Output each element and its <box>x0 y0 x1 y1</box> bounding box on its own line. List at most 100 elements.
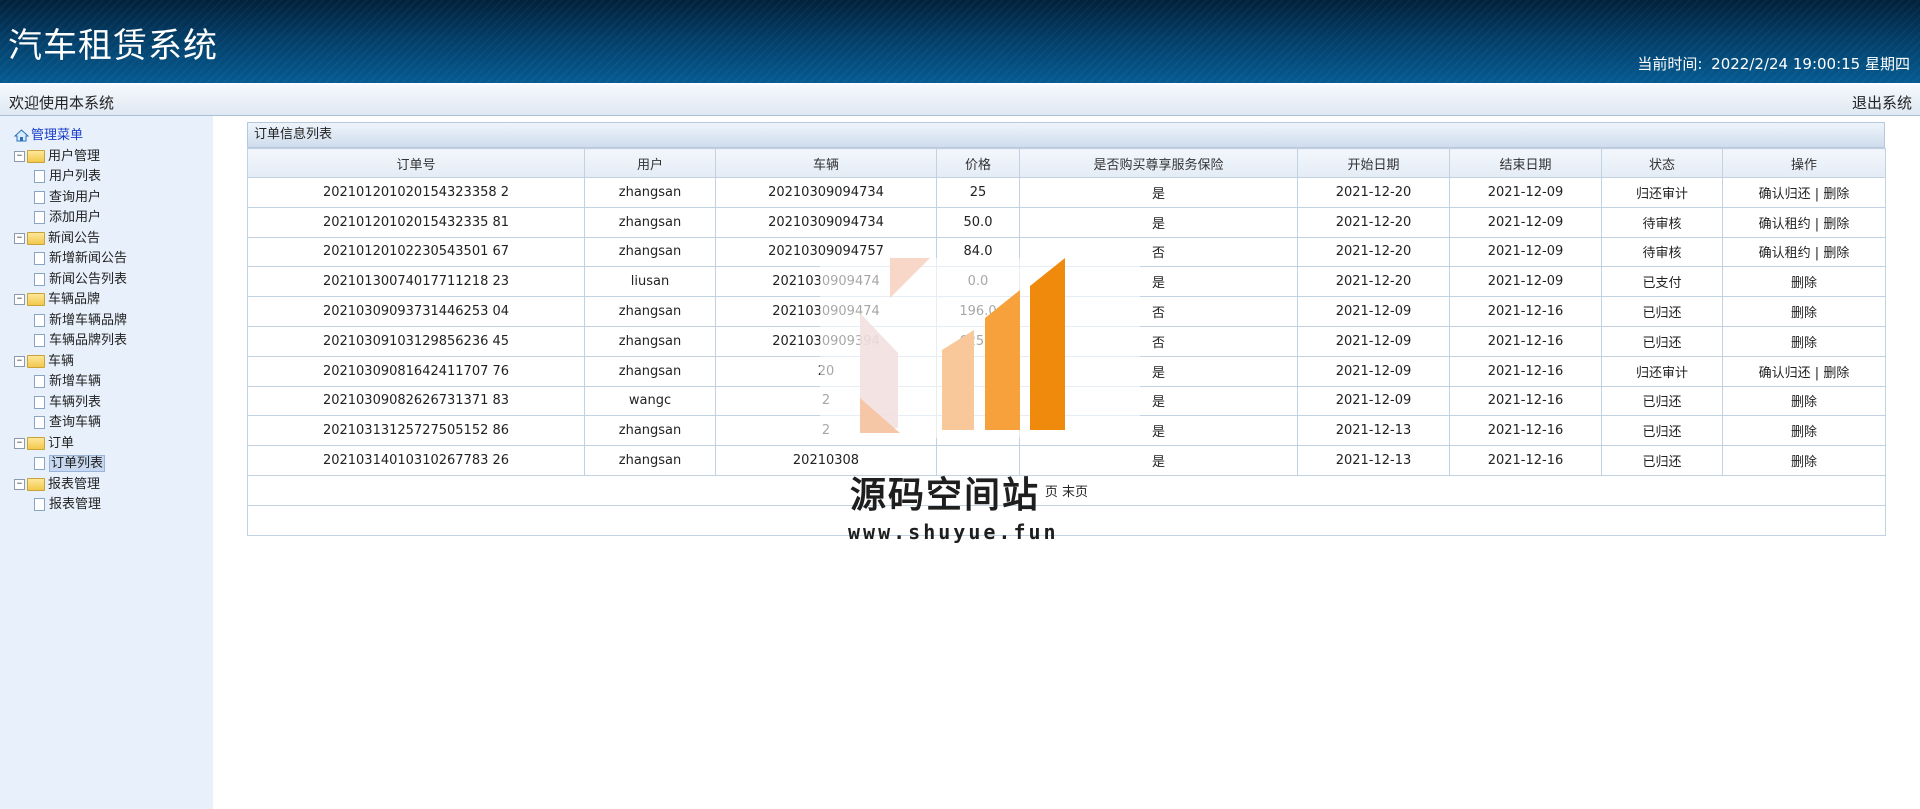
last-page-link[interactable]: 页 末页 <box>1045 485 1088 500</box>
menu-item[interactable]: 车辆列表 <box>14 393 127 414</box>
table-cell: 2021-12-09 <box>1297 296 1450 327</box>
collapse-icon[interactable]: − <box>14 294 25 305</box>
action-link[interactable]: 确认归还 <box>1759 366 1811 381</box>
table-row: 20210309103129856236 45 zhangsan 202103090… <box>247 325 1886 357</box>
table-cell: 20210309081642411707 76 <box>247 355 585 387</box>
delete-link[interactable]: 删除 <box>1791 395 1817 410</box>
menu-root[interactable]: 管理菜单 <box>13 126 127 147</box>
menu-item[interactable]: 用户列表 <box>14 167 127 188</box>
menu-item-label: 订单列表 <box>49 455 106 472</box>
delete-link[interactable]: 删除 <box>1791 425 1817 440</box>
table-cell: 2021030909474 <box>715 266 937 298</box>
table-cell: wangc <box>584 385 716 417</box>
table-cell: 2021-12-09 <box>1449 177 1602 208</box>
delete-link[interactable]: 删除 <box>1823 217 1849 232</box>
menu-group[interactable]: − 报表管理 <box>14 475 127 496</box>
delete-link[interactable]: 删除 <box>1791 336 1817 351</box>
action-link[interactable]: 确认归还 <box>1759 187 1811 202</box>
menu-item[interactable]: 查询用户 <box>14 188 127 209</box>
table-row: 20210120102230543501 67 zhangsan 202103090… <box>247 236 1886 268</box>
action-link[interactable]: 确认租约 <box>1759 217 1811 232</box>
table-cell: 2021-12-16 <box>1449 445 1602 476</box>
menu-item[interactable]: 新闻公告列表 <box>14 270 127 291</box>
menu-item-label: 车辆品牌列表 <box>49 333 128 348</box>
menu-group[interactable]: − 订单 <box>14 434 127 455</box>
delete-link[interactable]: 删除 <box>1823 187 1849 202</box>
column-header: 开始日期 <box>1297 148 1450 178</box>
collapse-icon[interactable]: − <box>14 232 25 244</box>
menu-group[interactable]: − 车辆 <box>14 352 127 373</box>
action-link[interactable]: 确认租约 <box>1759 246 1811 261</box>
page-icon <box>34 375 45 388</box>
delete-link[interactable]: 删除 <box>1823 246 1849 261</box>
table-cell: 否 <box>1019 296 1298 327</box>
column-header: 操作 <box>1722 148 1886 178</box>
menu-item[interactable]: 查询车辆 <box>14 413 127 434</box>
table-cell: 2021-12-09 <box>1297 385 1450 417</box>
actions-cell: 删除 <box>1722 445 1886 476</box>
table-cell: 归还审计 <box>1601 177 1723 208</box>
actions-cell: 确认租约 | 删除 <box>1722 206 1886 238</box>
column-header: 订单号 <box>247 148 585 178</box>
table-cell: 20210309094757 <box>715 236 937 268</box>
table-cell: 2021-12-13 <box>1297 415 1450 447</box>
table-cell: zhangsan <box>584 355 716 387</box>
delete-link[interactable]: 删除 <box>1791 455 1817 470</box>
collapse-icon[interactable]: − <box>14 355 25 367</box>
table-cell: zhangsan <box>584 296 716 327</box>
collapse-icon[interactable]: − <box>14 437 25 449</box>
menu-item[interactable]: 报表管理 <box>14 495 127 516</box>
menu-item[interactable]: 新增车辆 <box>14 372 127 393</box>
table-cell: zhangsan <box>584 236 716 268</box>
separator: | <box>1810 186 1824 202</box>
delete-link[interactable]: 删除 <box>1791 276 1817 291</box>
logout-link[interactable]: 退出系统 <box>1852 92 1912 113</box>
table-row: 20210309093731446253 04 zhangsan 202103090… <box>247 296 1886 327</box>
clock-label: 当前时间: <box>1637 55 1703 73</box>
table-cell: 2021-12-13 <box>1297 445 1450 476</box>
actions-cell: 确认归还 | 删除 <box>1722 177 1886 208</box>
collapse-icon[interactable]: − <box>14 478 25 490</box>
menu-item-label: 查询用户 <box>49 189 102 205</box>
panel-title: 订单信息列表 <box>247 122 1885 148</box>
table-cell: 84.0 <box>936 236 1020 268</box>
menu-item[interactable]: 订单列表 <box>14 454 127 475</box>
table-cell <box>936 385 1020 417</box>
collapse-icon[interactable]: − <box>14 150 25 162</box>
table-cell: 2021-12-20 <box>1297 266 1450 298</box>
actions-cell: 删除 <box>1722 325 1886 357</box>
menu-item[interactable]: 新增新闻公告 <box>14 249 127 270</box>
clock-value: 2022/2/24 19:00:15 星期四 <box>1711 55 1910 73</box>
table-cell: 50.0 <box>936 206 1020 238</box>
menu-group-label: 新闻公告 <box>48 230 101 246</box>
delete-link[interactable]: 删除 <box>1823 366 1849 381</box>
table-row: 20210313125727505152 86 zhangsan 2 是 2021-12… <box>247 415 1886 447</box>
app-title: 汽车租赁系统 <box>8 26 218 66</box>
watermark-title: 源码空间站 <box>850 475 1041 516</box>
table-cell: 2 <box>715 385 937 417</box>
menu-group[interactable]: − 车辆品牌 <box>14 290 127 311</box>
table-cell: 625.0 <box>936 325 1020 357</box>
menu-group[interactable]: − 新闻公告 <box>14 229 127 250</box>
page-icon <box>34 334 45 347</box>
page-icon <box>34 498 45 511</box>
menu-group[interactable]: − 用户管理 <box>14 147 127 168</box>
table-cell: zhangsan <box>584 177 716 208</box>
table-cell <box>936 355 1020 387</box>
table-row: 20210314010310267783 26 zhangsan 20210308 是… <box>247 445 1886 476</box>
table-cell: 2021-12-16 <box>1449 325 1602 357</box>
menu-item[interactable]: 车辆品牌列表 <box>14 331 127 352</box>
table-cell: 待审核 <box>1601 236 1723 268</box>
page-icon <box>34 252 45 265</box>
table-cell: 196.0 <box>936 296 1020 327</box>
table-cell: 是 <box>1019 415 1298 447</box>
page-icon <box>34 457 45 470</box>
table-cell: zhangsan <box>584 445 716 476</box>
page-icon <box>34 272 45 286</box>
page-icon <box>34 416 45 429</box>
table-cell: 2021-12-09 <box>1297 325 1450 357</box>
delete-link[interactable]: 删除 <box>1791 306 1817 321</box>
menu-item[interactable]: 新增车辆品牌 <box>14 311 127 332</box>
table-cell: 2021-12-16 <box>1449 355 1602 387</box>
menu-item[interactable]: 添加用户 <box>14 208 127 229</box>
